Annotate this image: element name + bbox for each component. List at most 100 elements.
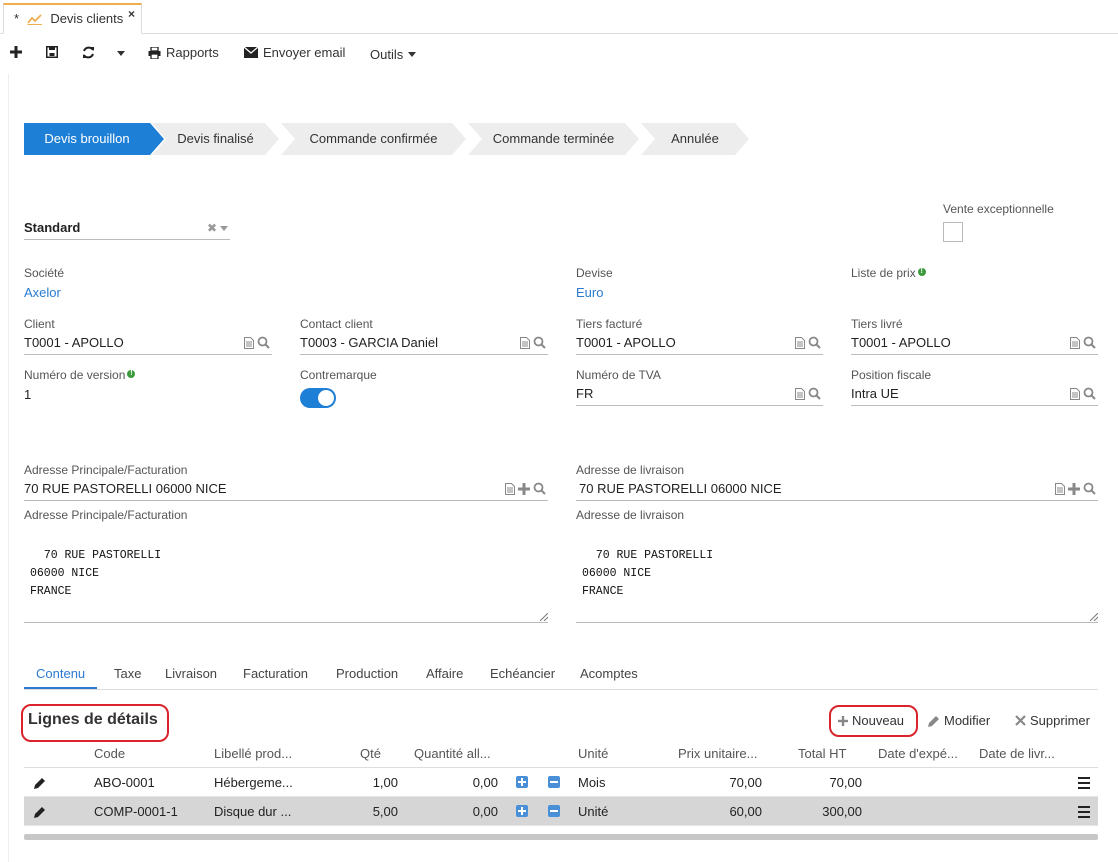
pencil-icon <box>928 715 939 727</box>
plus-icon[interactable] <box>1068 482 1080 495</box>
type-select[interactable]: Standard ✖ <box>24 218 230 240</box>
devise-link[interactable]: Euro <box>576 285 603 300</box>
table-row[interactable]: ABO-0001 Hébergeme... 1,00 0,00 Mois 70,… <box>24 768 1098 797</box>
pencil-icon[interactable] <box>34 806 46 818</box>
more-actions-dropdown[interactable] <box>117 51 125 56</box>
chevron-down-icon[interactable] <box>220 225 228 231</box>
grid-header: Code Libellé prod... Qté Quantité all...… <box>24 739 1098 768</box>
column-header[interactable]: Unité <box>578 746 608 761</box>
column-header[interactable]: Total HT <box>798 746 846 761</box>
search-icon[interactable] <box>1083 482 1096 495</box>
tab-echeancier[interactable]: Echéancier <box>490 666 555 681</box>
adresse-princ-field[interactable]: 70 RUE PASTORELLI 06000 NICE <box>24 479 548 501</box>
status-step-order-completed[interactable]: Commande terminée <box>468 123 639 155</box>
tab-production[interactable]: Production <box>336 666 398 681</box>
column-header[interactable]: Prix unitaire... <box>678 746 757 761</box>
position-fiscale-label: Position fiscale <box>851 368 932 382</box>
search-icon[interactable] <box>808 387 821 400</box>
adresse-princ-textarea[interactable]: 70 RUE PASTORELLI 06000 NICE FRANCE <box>24 515 548 623</box>
contact-field[interactable]: T0003 - GARCIA Daniel <box>300 333 548 355</box>
plus-icon <box>10 46 22 58</box>
tab-affaire[interactable]: Affaire <box>426 666 463 681</box>
contremarque-toggle[interactable] <box>300 388 336 408</box>
tva-field[interactable]: FR <box>576 384 823 406</box>
panel-title: Lignes de détails <box>28 711 158 728</box>
vente-exceptionnelle-checkbox[interactable] <box>943 222 963 242</box>
status-step-draft[interactable]: Devis brouillon <box>24 123 164 155</box>
tab-acomptes[interactable]: Acomptes <box>580 666 638 681</box>
document-icon[interactable] <box>795 336 805 349</box>
horizontal-scrollbar[interactable] <box>24 834 1098 840</box>
cell-total: 70,00 <box>829 775 862 790</box>
search-icon[interactable] <box>533 336 546 349</box>
send-email-button[interactable]: Envoyer email <box>244 45 345 60</box>
search-icon[interactable] <box>1083 387 1096 400</box>
position-fiscale-field[interactable]: Intra UE <box>851 384 1098 406</box>
tiers-livre-label: Tiers livré <box>851 317 903 331</box>
cell-qte: 5,00 <box>372 804 398 819</box>
line-chart-icon <box>26 13 43 28</box>
status-step-finalized[interactable]: Devis finalisé <box>152 123 279 155</box>
column-header[interactable]: Qté <box>360 746 381 761</box>
row-menu-icon[interactable] <box>1078 777 1090 792</box>
tiers-livre-field[interactable]: T0001 - APOLLO <box>851 333 1098 355</box>
tiers-facture-field[interactable]: T0001 - APOLLO <box>576 333 823 355</box>
reports-button[interactable]: Rapports <box>148 45 219 60</box>
column-header[interactable]: Code <box>94 746 125 761</box>
search-icon[interactable] <box>257 336 270 349</box>
envelope-icon <box>244 47 258 58</box>
tab-livraison[interactable]: Livraison <box>165 666 217 681</box>
new-line-button[interactable]: Nouveau <box>838 713 904 728</box>
column-header[interactable]: Date de livr... <box>979 746 1055 761</box>
edit-line-button[interactable]: Modifier <box>928 713 990 728</box>
tab-contenu[interactable]: Contenu <box>24 666 98 689</box>
increment-icon[interactable] <box>516 805 528 817</box>
status-step-order-confirmed[interactable]: Commande confirmée <box>281 123 466 155</box>
column-header[interactable]: Quantité all... <box>414 746 491 761</box>
cell-libelle: Disque dur ... <box>214 804 292 819</box>
adresse-livr-field[interactable]: 70 RUE PASTORELLI 06000 NICE <box>576 479 1098 501</box>
document-icon[interactable] <box>505 482 515 495</box>
increment-icon[interactable] <box>516 776 528 788</box>
contremarque-label: Contremarque <box>300 368 377 382</box>
search-icon[interactable] <box>1083 336 1096 349</box>
column-header[interactable]: Date d'expé... <box>878 746 958 761</box>
tools-dropdown[interactable]: Outils <box>370 47 417 62</box>
document-icon[interactable] <box>1070 336 1080 349</box>
document-icon[interactable] <box>1055 482 1065 495</box>
save-button[interactable] <box>46 46 58 58</box>
info-icon: ! <box>917 268 926 276</box>
adresse-livr-textarea[interactable]: 70 RUE PASTORELLI 06000 NICE FRANCE <box>576 515 1098 623</box>
info-icon: ! <box>127 370 136 378</box>
form-tabs: Contenu Taxe Livraison Facturation Produ… <box>24 660 1098 690</box>
pencil-icon[interactable] <box>34 777 46 789</box>
client-field[interactable]: T0001 - APOLLO <box>24 333 272 355</box>
document-icon[interactable] <box>520 336 530 349</box>
resize-handle-icon[interactable] <box>1090 613 1098 621</box>
refresh-button[interactable] <box>82 46 95 59</box>
tab-bar: * Devis clients × <box>0 0 1118 34</box>
tab-taxe[interactable]: Taxe <box>114 666 141 681</box>
decrement-icon[interactable] <box>548 805 560 817</box>
search-icon[interactable] <box>533 482 546 495</box>
adresse-livr-label: Adresse de livraison <box>576 463 685 477</box>
societe-link[interactable]: Axelor <box>24 285 61 300</box>
document-icon[interactable] <box>244 336 254 349</box>
row-menu-icon[interactable] <box>1078 806 1090 821</box>
status-step-cancelled[interactable]: Annulée <box>641 123 749 155</box>
new-record-button[interactable] <box>10 46 22 58</box>
plus-icon[interactable] <box>518 482 530 495</box>
tab-devis-clients[interactable]: * Devis clients × <box>3 3 142 34</box>
document-icon[interactable] <box>1070 387 1080 400</box>
decrement-icon[interactable] <box>548 776 560 788</box>
devise-label: Devise <box>576 266 613 280</box>
close-tab-icon[interactable]: × <box>128 7 135 21</box>
clear-icon[interactable]: ✖ <box>207 221 217 235</box>
tab-facturation[interactable]: Facturation <box>243 666 308 681</box>
document-icon[interactable] <box>795 387 805 400</box>
resize-handle-icon[interactable] <box>540 613 548 621</box>
delete-line-button[interactable]: Supprimer <box>1015 713 1090 728</box>
search-icon[interactable] <box>808 336 821 349</box>
table-row[interactable]: COMP-0001-1 Disque dur ... 5,00 0,00 Uni… <box>24 797 1098 826</box>
column-header[interactable]: Libellé prod... <box>214 746 292 761</box>
